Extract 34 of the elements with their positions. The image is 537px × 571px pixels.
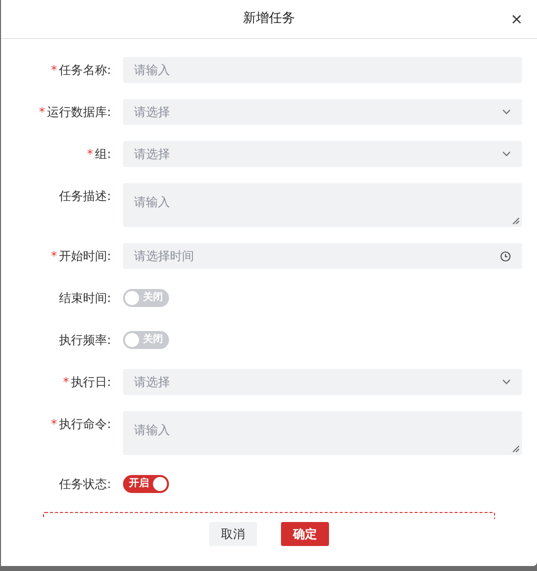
required-mark: *	[50, 62, 57, 79]
text-area[interactable]: 请输入	[123, 183, 522, 227]
required-mark: *	[62, 374, 69, 391]
select-field[interactable]: 请选择	[123, 99, 522, 125]
required-mark: *	[50, 416, 57, 433]
select-field[interactable]: 请选择	[123, 369, 522, 395]
cancel-button[interactable]: 取消	[209, 522, 257, 546]
required-mark: *	[86, 146, 93, 163]
field-label: 执行频率:	[58, 332, 111, 349]
field-label: 结束时间:	[58, 290, 111, 307]
chevron-down-icon	[502, 379, 511, 385]
confirm-button[interactable]: 确定	[281, 522, 329, 546]
select-field[interactable]: 请选择	[123, 141, 522, 167]
field-label: 组:	[94, 146, 111, 163]
input-field[interactable]: 请输入	[123, 57, 522, 83]
resize-grip-icon	[512, 445, 520, 453]
chevron-down-icon	[502, 151, 511, 157]
field-label: 执行日:	[70, 374, 111, 391]
field-label: 任务名称:	[58, 62, 111, 79]
text-area[interactable]: 请输入	[123, 411, 522, 455]
time-field[interactable]: 请选择时间	[123, 243, 522, 269]
resize-grip-icon	[512, 217, 520, 225]
required-mark: *	[50, 248, 57, 265]
field-label: 任务状态:	[58, 476, 111, 493]
field-label: 运行数据库:	[46, 104, 111, 121]
field-label: 执行命令:	[58, 416, 111, 433]
clock-icon	[500, 250, 511, 262]
chevron-down-icon	[502, 109, 511, 115]
required-mark: *	[38, 104, 45, 121]
field-label: 任务描述:	[58, 188, 111, 205]
close-button[interactable]: ×	[510, 10, 523, 28]
toggle-switch[interactable]: 开启	[123, 475, 169, 493]
dialog-title: 新增任务	[243, 10, 295, 28]
field-label: 开始时间:	[58, 248, 111, 265]
